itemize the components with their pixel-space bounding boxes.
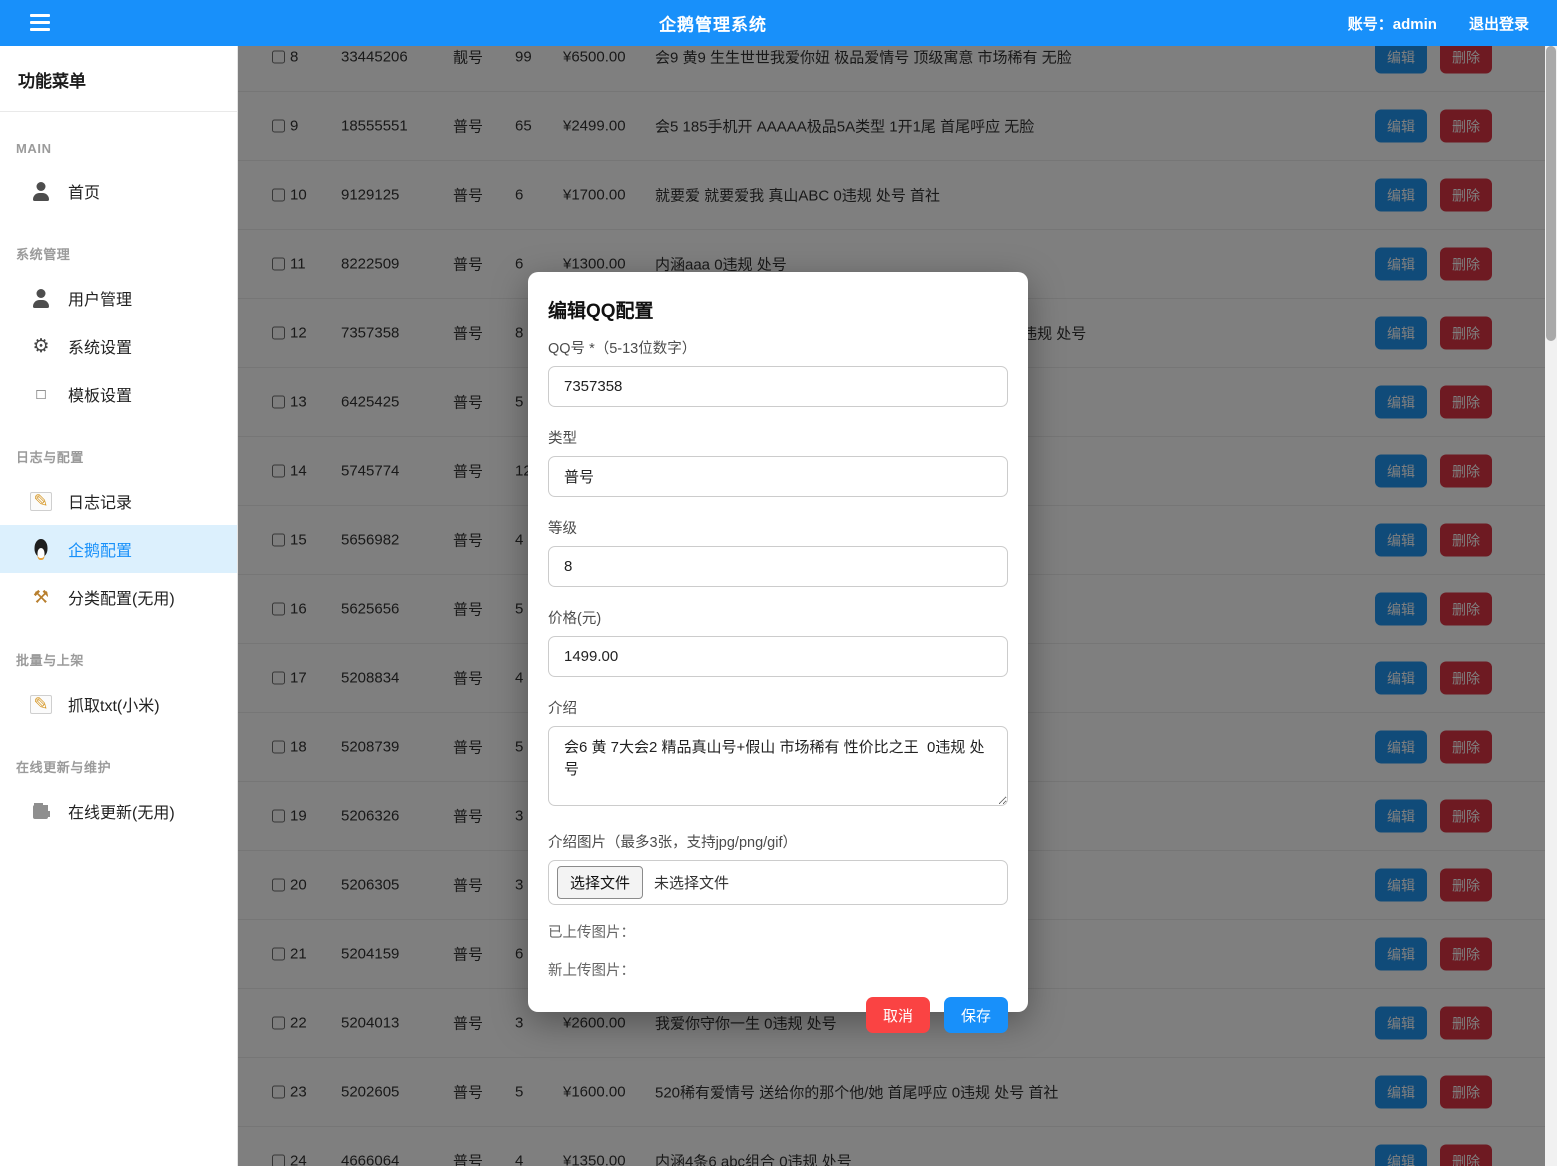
sidebar-item-penguin-config[interactable]: 企鹅配置 (0, 525, 237, 573)
cancel-button[interactable]: 取消 (866, 997, 930, 1033)
sidebar-item-template-settings[interactable]: 模板设置 (0, 370, 237, 418)
new-upload-images-label: 新上传图片： (548, 959, 1008, 980)
sidebar-item-log-records[interactable]: 日志记录 (0, 477, 237, 525)
sidebar: 功能菜单 MAIN 首页系统管理用户管理系统设置模板设置日志与配置日志记录企鹅配置… (0, 46, 238, 1166)
save-button[interactable]: 保存 (944, 997, 1008, 1033)
type-label: 类型 (548, 427, 1008, 448)
sidebar-item-label: 抓取txt(小米) (68, 692, 160, 716)
intro-textarea[interactable]: 会6 黄 7大会2 精品真山号+假山 市场稀有 性价比之王 0违规 处号 (548, 726, 1008, 806)
level-input[interactable] (548, 546, 1008, 587)
choose-file-button[interactable]: 选择文件 (557, 866, 643, 899)
sidebar-section-label: 日志与配置 (0, 418, 237, 477)
sidebar-item-label: 分类配置(无用) (68, 585, 175, 609)
sidebar-item-online-update[interactable]: 在线更新(无用) (0, 787, 237, 835)
sidebar-item-system-settings[interactable]: 系统设置 (0, 322, 237, 370)
account-label: 账号：admin (1348, 13, 1437, 34)
sidebar-section-label: MAIN (0, 112, 237, 167)
price-label: 价格(元) (548, 607, 1008, 628)
sidebar-item-label: 首页 (68, 179, 100, 203)
sidebar-section-label: 在线更新与维护 (0, 728, 237, 787)
sidebar-item-grab-txt[interactable]: 抓取txt(小米) (0, 680, 237, 728)
gear-icon (30, 336, 52, 356)
logout-link[interactable]: 退出登录 (1469, 13, 1529, 34)
sidebar-item-label: 模板设置 (68, 382, 132, 406)
sidebar-item-label: 系统设置 (68, 334, 132, 358)
header-account-area: 账号：admin 退出登录 (1348, 0, 1529, 46)
intro-images-label: 介绍图片（最多3张，支持jpg/png/gif） (548, 831, 1008, 852)
sidebar-title: 功能菜单 (0, 46, 237, 112)
hamburger-menu-icon[interactable] (30, 14, 50, 32)
edit-qq-config-dialog: 编辑QQ配置 QQ号 *（5-13位数字） 类型 等级 价格(元) 介绍 会6 … (528, 272, 1028, 1012)
sidebar-item-label: 日志记录 (68, 489, 132, 513)
template-icon (30, 384, 52, 404)
sidebar-section-label: 批量与上架 (0, 621, 237, 680)
sidebar-item-label: 用户管理 (68, 286, 132, 310)
image-file-input[interactable]: 选择文件 未选择文件 (548, 860, 1008, 905)
user-icon (30, 288, 52, 308)
puzzle-icon (30, 801, 52, 821)
sidebar-item-category-config[interactable]: 分类配置(无用) (0, 573, 237, 621)
qq-number-input[interactable] (548, 366, 1008, 407)
price-input[interactable] (548, 636, 1008, 677)
scrollbar-thumb[interactable] (1546, 46, 1556, 341)
intro-label: 介绍 (548, 697, 1008, 718)
penguin-icon (30, 539, 52, 559)
sidebar-menu: MAIN 首页系统管理用户管理系统设置模板设置日志与配置日志记录企鹅配置分类配置(… (0, 112, 237, 835)
sidebar-item-home[interactable]: 首页 (0, 167, 237, 215)
tools-icon (30, 587, 52, 607)
sidebar-item-label: 在线更新(无用) (68, 799, 175, 823)
sidebar-item-user-management[interactable]: 用户管理 (0, 274, 237, 322)
level-label: 等级 (548, 517, 1008, 538)
type-input[interactable] (548, 456, 1008, 497)
memo-icon (30, 695, 52, 714)
dialog-actions: 取消 保存 (548, 997, 1008, 1033)
app-title: 企鹅管理系统 (659, 11, 767, 36)
top-header-bar: 企鹅管理系统 账号：admin 退出登录 (0, 0, 1557, 46)
vertical-scrollbar[interactable] (1545, 46, 1557, 1166)
sidebar-item-label: 企鹅配置 (68, 537, 132, 561)
user-icon (30, 181, 52, 201)
memo-icon (30, 492, 52, 511)
no-file-selected-text: 未选择文件 (654, 872, 729, 893)
dialog-title: 编辑QQ配置 (548, 296, 1008, 323)
uploaded-images-label: 已上传图片： (548, 921, 1008, 942)
sidebar-section-label: 系统管理 (0, 215, 237, 274)
qq-number-label: QQ号 *（5-13位数字） (548, 337, 1008, 358)
